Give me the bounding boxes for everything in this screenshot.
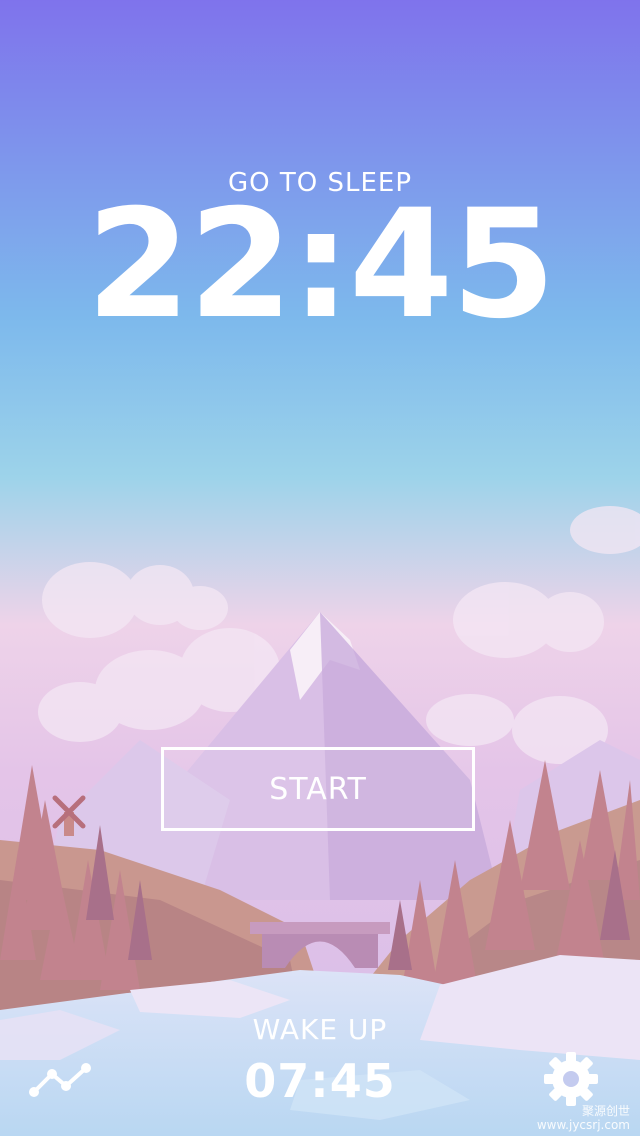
sleep-time[interactable]: 22:45 xyxy=(0,190,640,340)
stats-icon xyxy=(29,1063,91,1097)
watermark-line-1: 聚源创世 xyxy=(581,1104,630,1118)
start-button[interactable]: START xyxy=(161,747,475,831)
gear-icon xyxy=(544,1052,598,1106)
wake-up-label: WAKE UP xyxy=(252,1013,388,1046)
watermark-line-2: www.jycsrj.com xyxy=(536,1118,630,1132)
sleep-alarm-screen: GO TO SLEEP 22:45 START WAKE UP 07:45 聚源… xyxy=(0,0,640,1136)
watermark: 聚源创世 www.jycsrj.com xyxy=(537,1104,630,1132)
settings-button[interactable] xyxy=(538,1046,604,1112)
stats-button[interactable] xyxy=(26,1058,94,1102)
